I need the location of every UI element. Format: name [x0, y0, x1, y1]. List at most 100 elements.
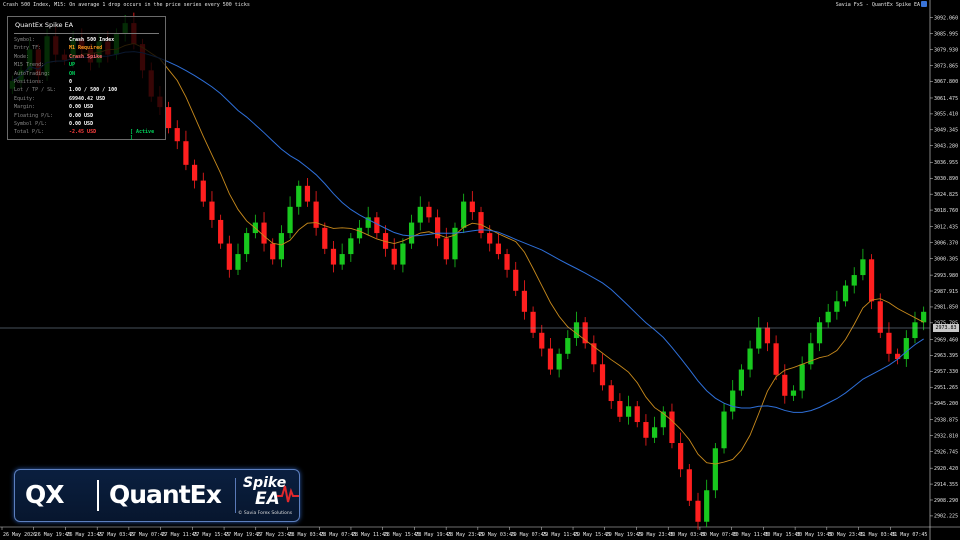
panel-row-value: Crash 500 Index — [69, 37, 115, 43]
time-tick-label: 29 May 11:45 — [542, 532, 578, 538]
panel-row-label: Equity: — [14, 95, 36, 102]
candle-body — [625, 406, 632, 417]
candle-body — [261, 222, 267, 244]
time-tick-label: 29 May 19:45 — [606, 532, 642, 538]
time-tick-label: 30 May 19:45 — [796, 532, 832, 538]
time-tick-label: 30 May 15:45 — [764, 532, 800, 538]
price-tick-label: 3079.930 — [934, 47, 958, 53]
candle-body — [573, 322, 580, 339]
price-tick-label: 2926.745 — [934, 449, 958, 455]
candle-body — [513, 269, 519, 291]
candle-body — [226, 243, 232, 270]
price-tick-label: 2951.265 — [934, 385, 958, 391]
candle-body — [391, 248, 397, 265]
price-tick-label: 3036.955 — [934, 160, 958, 166]
ea-info-panel: QuantEx Spike EA Symbol: Crash 500 Index E… — [7, 16, 166, 141]
candle-body — [556, 353, 562, 370]
time-tick-label: 29 May 15:45 — [574, 532, 610, 538]
time-tick-label: 28 May 23:45 — [447, 532, 483, 538]
candle-body — [165, 107, 172, 129]
candle-body — [443, 238, 449, 260]
candle-body — [886, 332, 892, 354]
price-tick-label: 3049.345 — [934, 128, 958, 134]
time-tick-label: 29 May 03:45 — [479, 532, 515, 538]
candle-body — [487, 233, 493, 244]
time-tick-label: 27 May 07:45 — [130, 532, 166, 538]
time-tick-label: 27 May 19:45 — [225, 532, 261, 538]
logo-copyright: © Savia Forex Solutions — [238, 511, 293, 516]
panel-row-label: Entry TF: — [14, 45, 42, 52]
price-tick-label: 3024.825 — [934, 192, 958, 198]
candle-body — [287, 206, 293, 234]
candle-body — [921, 311, 927, 323]
candle-body — [712, 448, 718, 491]
time-tick-label: 30 May 23:45 — [828, 532, 864, 538]
panel-row-value: 0.00 USD — [69, 112, 94, 119]
time-tick-label: 28 May 19:45 — [415, 532, 451, 538]
panel-row-value: 69940.42 USD — [69, 95, 106, 102]
candle-body — [174, 128, 180, 142]
time-tick-label: 27 May 15:45 — [193, 532, 229, 538]
candle-body — [851, 275, 857, 286]
candle-body — [495, 243, 501, 255]
price-tick-label: 3073.865 — [934, 63, 958, 69]
candle-body — [504, 254, 510, 270]
panel-row-value: 0.00 USD — [69, 104, 94, 111]
candle-body — [330, 248, 337, 265]
price-tick-label: 3055.410 — [934, 112, 958, 118]
candle-body — [756, 327, 762, 349]
candle-body — [304, 185, 311, 202]
quantex-logo: QX QuantEx Spike EA © Savia Forex Soluti… — [14, 469, 300, 522]
candle-body — [669, 411, 675, 444]
price-tick-label: 3018.760 — [934, 208, 958, 214]
candle-body — [339, 254, 345, 265]
price-tick-label: 3067.800 — [934, 79, 958, 85]
candle-body — [825, 311, 831, 323]
candle-body — [209, 201, 215, 220]
time-tick-label: 30 May 11:45 — [733, 532, 769, 538]
candle-body — [565, 338, 571, 354]
candle-body — [652, 427, 658, 438]
price-tick-label: 2920.420 — [934, 466, 958, 472]
candle-body — [539, 332, 545, 349]
candle-body — [860, 259, 866, 276]
panel-row-label: AutoTrading: — [14, 70, 51, 77]
panel-row-value: ON — [69, 70, 76, 77]
panel-row: Total P/L: -2.45 USD [ Active ] — [14, 129, 160, 141]
price-tick-label: 2914.355 — [934, 482, 958, 488]
candle-body — [183, 141, 189, 165]
candle-body — [912, 322, 918, 339]
price-tick-label: 3043.280 — [934, 144, 958, 150]
price-tick-label: 2963.395 — [934, 353, 958, 359]
price-tick-label: 3061.475 — [934, 96, 958, 102]
time-tick-label: 29 May 23:45 — [637, 532, 673, 538]
price-tick-label: 3000.305 — [934, 256, 958, 262]
candle-body — [643, 422, 649, 438]
candle-body — [469, 201, 475, 213]
panel-row-label: Margin: — [14, 104, 36, 111]
price-tick-label: 2932.810 — [934, 433, 958, 439]
candle-body — [782, 374, 788, 396]
candle-body — [608, 385, 614, 402]
panel-title: QuantEx Spike EA — [15, 21, 74, 29]
candle-body — [868, 259, 875, 302]
candle-body — [348, 238, 354, 255]
logo-qx: QX — [25, 480, 65, 509]
price-tick-label: 2945.200 — [934, 401, 958, 407]
candle-body — [695, 500, 701, 522]
panel-row-label: M15 Trend: — [14, 62, 45, 69]
time-tick-label: 28 May 07:45 — [320, 532, 356, 538]
candle-body — [617, 401, 623, 417]
candle-body — [842, 285, 849, 302]
candle-body — [270, 243, 276, 260]
time-tick-label: 28 May 03:45 — [289, 532, 325, 538]
price-tick-label: 3085.995 — [934, 31, 958, 37]
price-tick-label: 3092.060 — [934, 16, 958, 22]
logo-divider — [97, 480, 99, 511]
candle-body — [704, 490, 710, 522]
candle-body — [747, 348, 753, 370]
current-price-tag: 2973.83 — [933, 323, 959, 332]
time-tick-label: 26 May 19:45 — [35, 532, 71, 538]
candle-body — [521, 290, 528, 312]
candle-body — [834, 301, 840, 312]
